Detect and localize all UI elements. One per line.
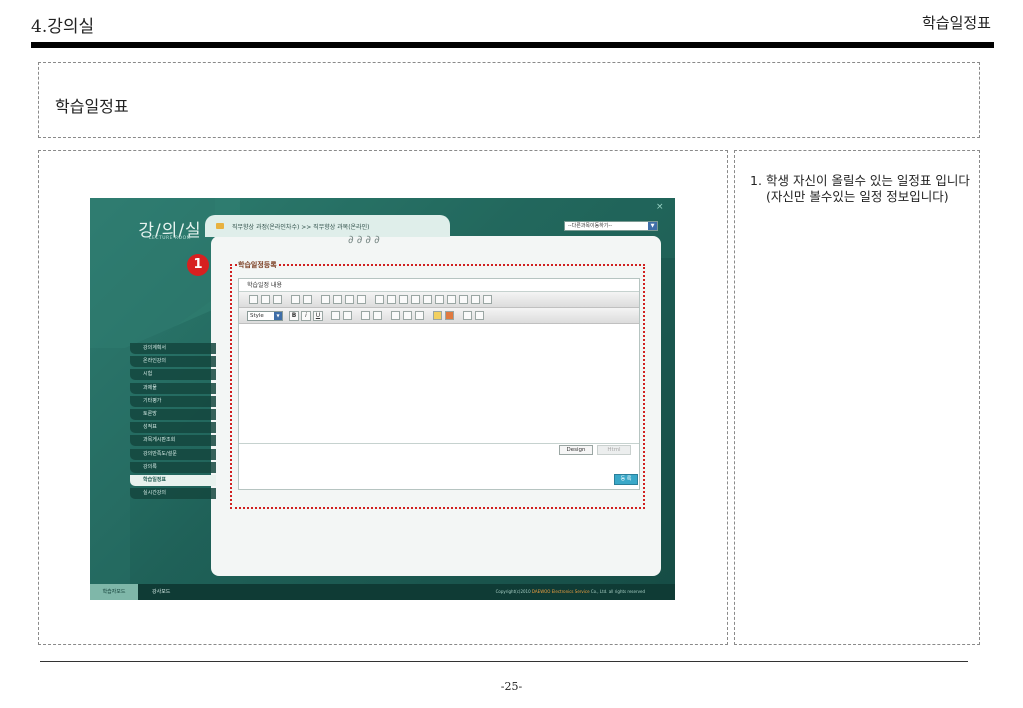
- outdent-icon[interactable]: [373, 311, 382, 320]
- table-border-icon[interactable]: [483, 295, 492, 304]
- editor-content-area[interactable]: [239, 324, 639, 444]
- chevron-down-icon: ▼: [274, 312, 282, 320]
- bold-button[interactable]: B: [289, 311, 299, 321]
- header-rule: [31, 42, 994, 48]
- font-color-icon[interactable]: [433, 311, 442, 320]
- copyright-brand: DAEWOO Electronics Service: [531, 589, 590, 594]
- cell-props-icon[interactable]: [471, 295, 480, 304]
- italic-button[interactable]: i: [301, 311, 311, 321]
- table-insert-row-icon[interactable]: [387, 295, 396, 304]
- copyright-suffix: Co., Ltd. all rights reserved: [589, 589, 645, 594]
- style-select-value: Style: [250, 313, 264, 319]
- form-title: 학습일정등록: [238, 260, 277, 270]
- chevron-down-icon: ▼: [648, 222, 657, 230]
- source-edit-icon[interactable]: [463, 311, 472, 320]
- lecture-room-screenshot: 강/의/실 LECTURE ROOM × 직무향상 과정(온라인차수) >> 직…: [90, 198, 675, 600]
- close-icon[interactable]: ×: [656, 202, 664, 212]
- table-icon[interactable]: [375, 295, 384, 304]
- nav-item-grades[interactable]: 성적표: [130, 422, 216, 434]
- horizontal-rule-icon[interactable]: [357, 295, 366, 304]
- nav-item-course-board[interactable]: 과목게시판조회: [130, 435, 216, 447]
- tab-design[interactable]: Design: [559, 445, 593, 455]
- image-icon[interactable]: [333, 295, 342, 304]
- nav-item-discussion[interactable]: 토론방: [130, 408, 216, 420]
- note-text: 학생 자신이 올릴수 있는 일정표 입니다(자신만 볼수있는 일정 정보입니다): [766, 173, 970, 204]
- align-left-icon[interactable]: [391, 311, 400, 320]
- binder-rings-icon: ∂∂∂∂: [348, 233, 383, 246]
- nav-item-online-lecture[interactable]: 온라인강의: [130, 356, 216, 368]
- table-merge-icon[interactable]: [435, 295, 444, 304]
- link-icon[interactable]: [321, 295, 330, 304]
- editor-label: 학습일정 내용: [239, 279, 639, 292]
- folder-icon: [216, 223, 224, 229]
- copyright-prefix: Copyright(c)2010: [495, 589, 532, 594]
- align-center-icon[interactable]: [403, 311, 412, 320]
- media-icon[interactable]: [345, 295, 354, 304]
- nav-item-syllabus[interactable]: 강의계획서: [130, 343, 216, 354]
- register-button[interactable]: 등 록: [614, 474, 638, 485]
- page-number: -25-: [500, 680, 523, 693]
- subject-select-value: --다른과목이동하기--: [568, 223, 613, 229]
- table-delete-col-icon[interactable]: [423, 295, 432, 304]
- editor-toolbar-1: [239, 292, 639, 308]
- footer-rule: [40, 661, 968, 662]
- callout-badge: 1: [187, 254, 209, 276]
- indent-icon[interactable]: [361, 311, 370, 320]
- lecture-room-nav: 강의계획서 온라인강의 시험 과제물 기타평가 토론방 성적표 과목게시판조회 …: [130, 343, 216, 501]
- student-mode-tab[interactable]: 학습자모드: [90, 584, 138, 600]
- nav-item-other-evaluation[interactable]: 기타평가: [130, 395, 216, 407]
- nav-item-live-lecture[interactable]: 실시간강의: [130, 488, 216, 500]
- table-insert-col-icon[interactable]: [399, 295, 408, 304]
- grid-icon[interactable]: [475, 311, 484, 320]
- table-delete-row-icon[interactable]: [411, 295, 420, 304]
- editor-toolbar-2: Style ▼ B i U: [239, 308, 639, 324]
- highlight-color-icon[interactable]: [445, 311, 454, 320]
- nav-item-survey[interactable]: 강의만족도/설문: [130, 448, 216, 460]
- unordered-list-icon[interactable]: [343, 311, 352, 320]
- copy-icon[interactable]: [261, 295, 270, 304]
- align-right-icon[interactable]: [415, 311, 424, 320]
- table-split-icon[interactable]: [447, 295, 456, 304]
- redo-icon[interactable]: [303, 295, 312, 304]
- title-box: [38, 62, 980, 138]
- teacher-mode-tab[interactable]: 강사모드: [152, 584, 170, 600]
- table-props-icon[interactable]: [459, 295, 468, 304]
- underline-button[interactable]: U: [313, 311, 323, 321]
- schedule-editor: 학습일정 내용 Style ▼ B i U Design Html: [238, 278, 640, 490]
- notes-box: [734, 150, 980, 645]
- copyright-text: Copyright(c)2010 DAEWOO Electronics Serv…: [496, 584, 645, 600]
- page-name: 학습일정표: [921, 14, 991, 32]
- note-number: 1.: [750, 173, 762, 188]
- undo-icon[interactable]: [291, 295, 300, 304]
- cut-icon[interactable]: [249, 295, 258, 304]
- paste-icon[interactable]: [273, 295, 282, 304]
- ordered-list-icon[interactable]: [331, 311, 340, 320]
- section-heading: 4.강의실: [31, 17, 95, 37]
- subject-select[interactable]: --다른과목이동하기-- ▼: [564, 221, 658, 231]
- nav-item-assignment[interactable]: 과제물: [130, 382, 216, 394]
- tab-html[interactable]: Html: [597, 445, 631, 455]
- nav-item-lecture-notes[interactable]: 강의록: [130, 461, 216, 473]
- nav-item-study-schedule[interactable]: 학습일정표: [130, 474, 216, 486]
- style-select[interactable]: Style ▼: [247, 311, 283, 321]
- lecture-room-logo-sub: LECTURE ROOM: [148, 236, 192, 241]
- page-title: 학습일정표: [55, 97, 129, 116]
- editor-mode-tabs: Design Html: [239, 444, 639, 456]
- nav-item-exam[interactable]: 시험: [130, 369, 216, 381]
- breadcrumb: 직무향상 과정(온라인차수) >> 직무향상 과목(온라인): [232, 224, 370, 231]
